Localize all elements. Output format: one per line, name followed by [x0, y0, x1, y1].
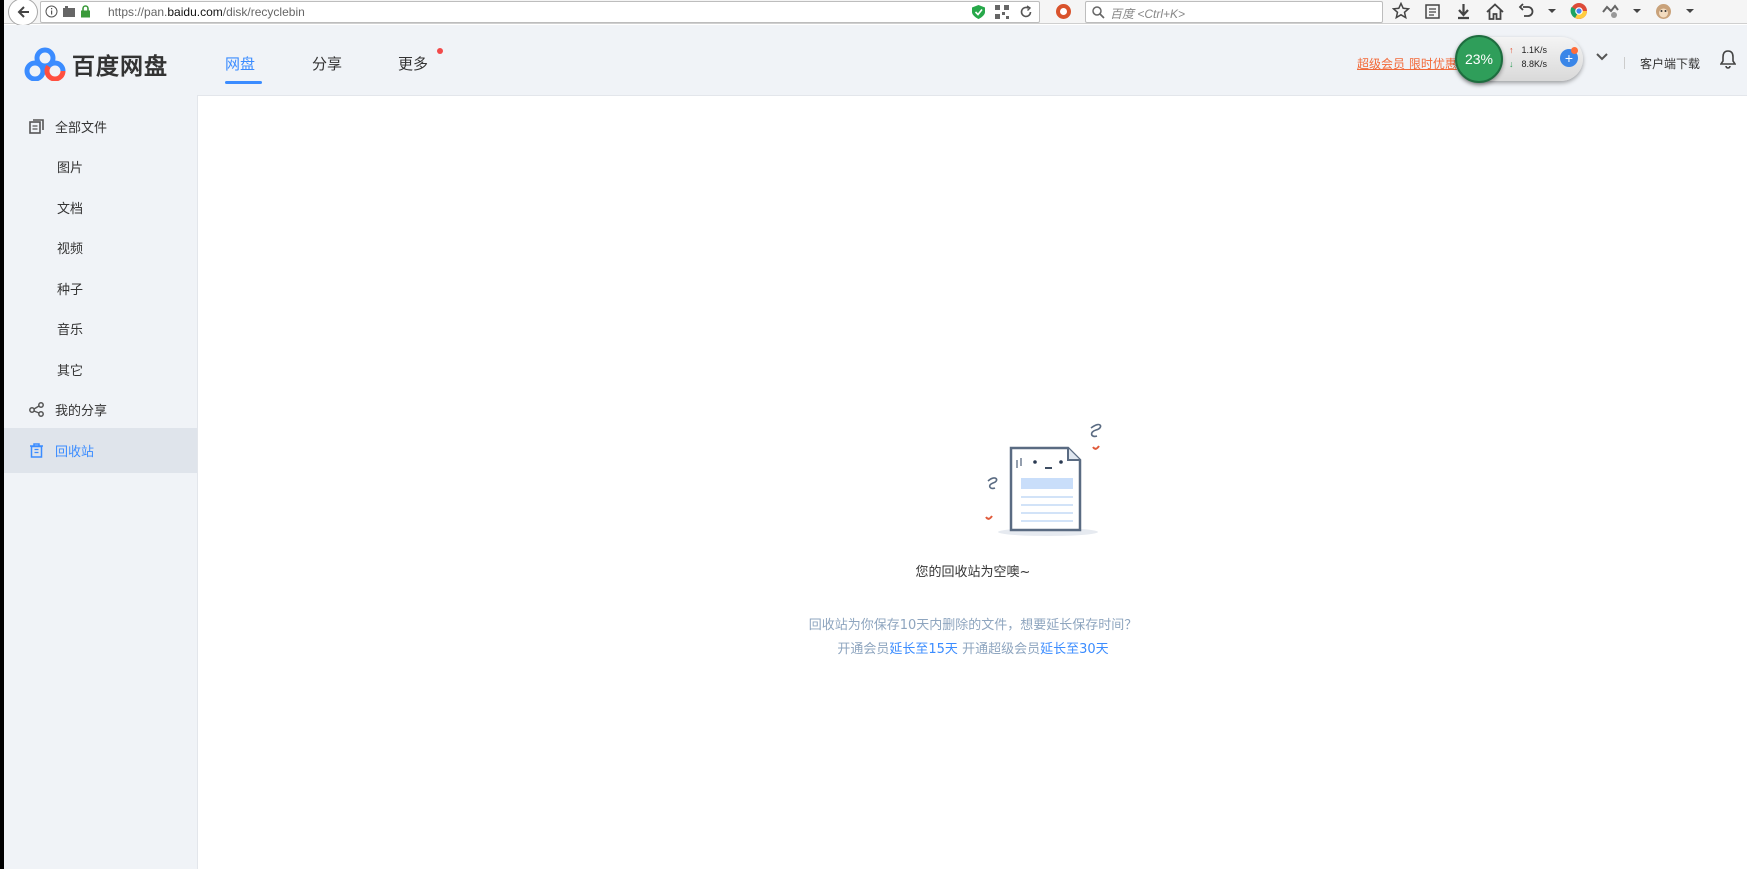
- network-speed-widget[interactable]: 23% ↑ 1.1K/s ↓ 8.8K/s +: [1455, 35, 1583, 83]
- sidebar-item-recycle-bin[interactable]: 回收站: [4, 428, 197, 473]
- extend-15-days-link[interactable]: 延长至15天: [889, 642, 958, 657]
- sidebar-item-label: 全部文件: [55, 121, 108, 136]
- sidebar-item-label: 我的分享: [55, 404, 108, 419]
- download-speed-row: ↓ 8.8K/s: [1509, 59, 1547, 69]
- speed-badge: [1571, 47, 1578, 54]
- share-icon: [28, 402, 44, 417]
- chrome-icon[interactable]: [1570, 2, 1588, 20]
- reload-icon[interactable]: [1019, 5, 1033, 19]
- sidebar-item-images[interactable]: 图片: [4, 144, 197, 189]
- upload-speed-row: ↑ 1.1K/s: [1509, 45, 1547, 55]
- client-download-link[interactable]: 客户端下载: [1640, 55, 1700, 72]
- search-bar[interactable]: 百度 <Ctrl+K>: [1085, 1, 1383, 23]
- sidebar-item-music[interactable]: 音乐: [4, 306, 197, 351]
- chevron-down-icon[interactable]: [1596, 52, 1608, 62]
- retention-note: 回收站为你保存10天内删除的文件，想要延长保存时间？: [808, 618, 1138, 633]
- gesture-icon[interactable]: [1602, 3, 1619, 19]
- active-tab-indicator: [225, 81, 262, 84]
- main-content: 您的回收站为空噢~ 回收站为你保存10天内删除的文件，想要延长保存时间？ 开通会…: [197, 95, 1747, 869]
- extend-30-days-link[interactable]: 延长至30天: [1040, 642, 1109, 657]
- speed-percent: 23%: [1455, 35, 1503, 83]
- sidebar-item-label: 回收站: [55, 445, 95, 460]
- reading-list-icon[interactable]: [1424, 3, 1441, 20]
- sidebar-item-others[interactable]: 其它: [4, 347, 197, 392]
- dropdown-icon[interactable]: [1686, 7, 1694, 15]
- download-icon[interactable]: [1455, 3, 1472, 20]
- dropdown-icon[interactable]: [1633, 7, 1641, 15]
- vip-promo-link[interactable]: 超级会员 限时优惠: [1357, 55, 1457, 72]
- tab-netdisk[interactable]: 网盘: [225, 53, 255, 74]
- trash-icon: [29, 443, 43, 458]
- empty-document-illustration: [985, 423, 1102, 536]
- info-icon[interactable]: [45, 5, 58, 18]
- baidu-cloud-logo-icon: [24, 47, 66, 81]
- sidebar-item-my-shares[interactable]: 我的分享: [4, 387, 197, 432]
- upload-speed: 1.1K/s: [1521, 45, 1548, 55]
- svip-text: 开通超级会员: [957, 642, 1041, 657]
- back-button[interactable]: [8, 0, 38, 26]
- lock-icon: [81, 5, 90, 18]
- sidebar-item-all-files[interactable]: 全部文件: [4, 104, 197, 149]
- window-edge: [0, 0, 4, 869]
- url-text[interactable]: https://pan.baidu.com/disk/recyclebin: [108, 5, 305, 19]
- sidebar-item-label: 视频: [57, 242, 84, 257]
- notification-dot: [437, 48, 443, 54]
- empty-state-title: 您的回收站为空噢~: [915, 565, 1031, 580]
- sidebar-item-documents[interactable]: 文档: [4, 185, 197, 230]
- qr-code-icon[interactable]: [995, 5, 1009, 19]
- upload-arrow-icon: ↑: [1509, 45, 1514, 55]
- sidebar-item-label: 种子: [57, 283, 84, 298]
- sidebar-item-label: 音乐: [57, 323, 84, 338]
- download-arrow-icon: ↓: [1509, 59, 1514, 69]
- shield-icon[interactable]: [972, 5, 985, 19]
- logo-text: 百度网盘: [72, 54, 168, 80]
- tab-share[interactable]: 分享: [312, 53, 342, 74]
- upgrade-line: 开通会员延长至15天 开通超级会员延长至30天: [198, 638, 1747, 662]
- monkey-icon[interactable]: [1655, 3, 1672, 20]
- tab-more[interactable]: 更多: [398, 53, 428, 74]
- search-icon: [1092, 6, 1105, 19]
- vip-text: 开通会员: [837, 642, 890, 657]
- sidebar-item-label: 其它: [57, 364, 84, 379]
- addon-icon[interactable]: [1055, 3, 1072, 20]
- sidebar: 全部文件 图片 文档 视频 种子 音乐 其它 我的分享 回收站: [4, 95, 197, 869]
- sidebar-item-label: 图片: [57, 161, 84, 176]
- browser-toolbar: https://pan.baidu.com/disk/recyclebin 百度…: [0, 0, 1747, 26]
- home-icon[interactable]: [1486, 2, 1504, 20]
- undo-icon[interactable]: [1518, 3, 1534, 19]
- files-icon: [28, 119, 44, 134]
- dropdown-icon[interactable]: [1548, 7, 1556, 15]
- sidebar-item-label: 文档: [57, 202, 84, 217]
- logo[interactable]: 百度网盘: [24, 47, 168, 81]
- bell-icon[interactable]: [1720, 50, 1736, 69]
- sidebar-item-videos[interactable]: 视频: [4, 225, 197, 270]
- sidebar-item-torrents[interactable]: 种子: [4, 266, 197, 311]
- search-placeholder: 百度 <Ctrl+K>: [1110, 7, 1186, 21]
- address-bar[interactable]: https://pan.baidu.com/disk/recyclebin: [40, 1, 1040, 23]
- back-arrow-icon: [17, 6, 29, 18]
- download-speed: 8.8K/s: [1521, 59, 1548, 69]
- header-divider: [1624, 57, 1625, 69]
- app-header: 百度网盘 网盘 分享 更多 超级会员 限时优惠 23% ↑ 1.1K/s ↓ 8.8…: [4, 25, 1747, 95]
- empty-state-description: 回收站为你保存10天内删除的文件，想要延长保存时间？ 开通会员延长至15天 开通…: [198, 614, 1747, 662]
- bookmark-star-icon[interactable]: [1392, 2, 1410, 20]
- media-icon[interactable]: [62, 5, 76, 18]
